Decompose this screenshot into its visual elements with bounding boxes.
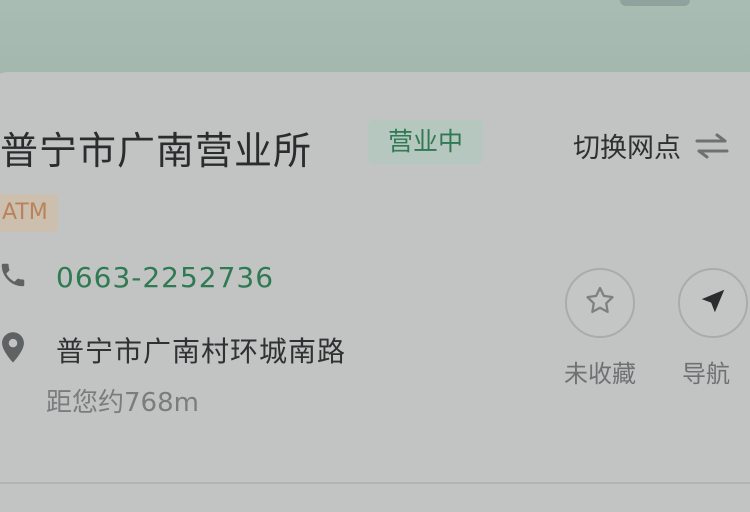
swap-icon	[695, 133, 729, 159]
status-badge: 营业中	[368, 120, 484, 164]
favorite-button[interactable]: 未收藏	[555, 268, 645, 389]
navigate-circle[interactable]	[678, 268, 748, 338]
branch-name: 普宁市广南营业所	[0, 129, 313, 173]
favorite-circle[interactable]	[565, 268, 635, 338]
atm-tag: ATM	[0, 194, 58, 232]
navigate-label: 导航	[682, 360, 730, 388]
map-area[interactable]	[0, 0, 750, 82]
branch-info-card: 普宁市广南营业所 营业中 切换网点 ATM 0663-2252736 普宁市广南…	[0, 72, 750, 512]
divider	[0, 482, 750, 484]
map-feature	[620, 0, 690, 6]
location-pin-icon	[0, 331, 28, 369]
navigation-arrow-icon	[698, 286, 728, 320]
address-text: 普宁市广南村环城南路	[56, 335, 347, 368]
favorite-label: 未收藏	[564, 360, 636, 388]
phone-row[interactable]: 0663-2252736	[0, 260, 274, 294]
phone-icon	[0, 260, 28, 294]
distance-text: 距您约768m	[46, 388, 199, 418]
address-row: 普宁市广南村环城南路	[0, 330, 346, 370]
phone-number-link[interactable]: 0663-2252736	[56, 261, 274, 294]
navigate-button[interactable]: 导航	[678, 268, 750, 389]
switch-branch-button[interactable]: 切换网点	[573, 126, 729, 165]
star-icon	[583, 284, 617, 322]
switch-branch-label: 切换网点	[573, 133, 681, 164]
